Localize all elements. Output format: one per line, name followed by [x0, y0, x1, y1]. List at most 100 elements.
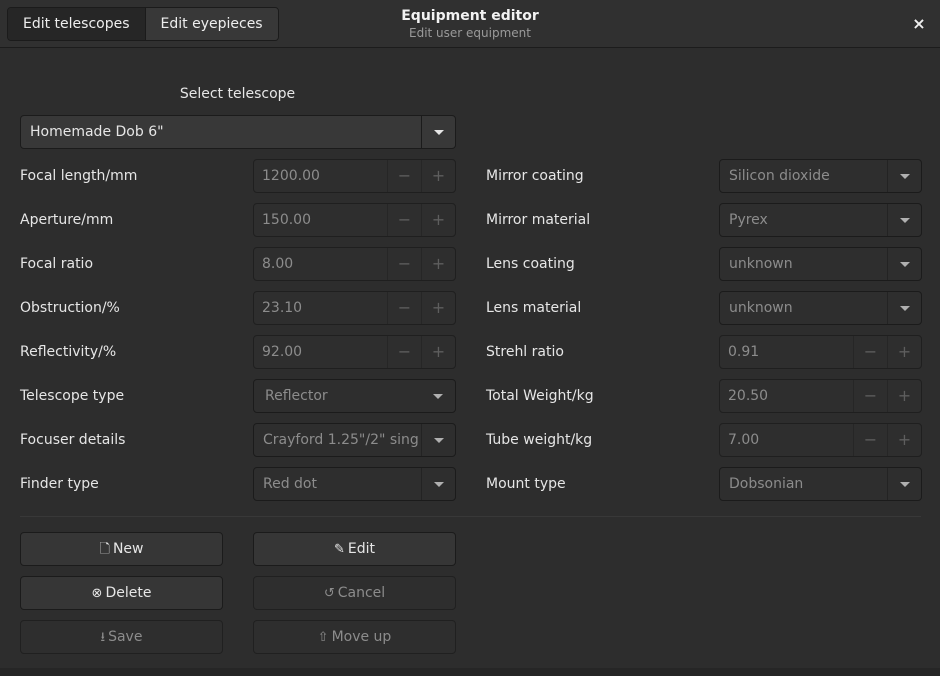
chevron-down-icon: [900, 174, 910, 179]
window-title: Equipment editor: [401, 8, 539, 24]
mount-type-select[interactable]: Dobsonian: [719, 467, 922, 501]
mirror-material-select[interactable]: Pyrex: [719, 203, 922, 237]
tube-weight-label: Tube weight/kg: [486, 432, 593, 448]
decrement-button[interactable]: −: [387, 292, 421, 324]
aperture-spinner: 150.00 − +: [253, 203, 456, 237]
increment-button[interactable]: +: [421, 292, 455, 324]
telescope-select-toggle[interactable]: [421, 116, 455, 148]
lens-coating-value: unknown: [729, 256, 793, 272]
edit-button-label: Edit: [347, 541, 376, 557]
telescope-type-toggle[interactable]: [421, 380, 455, 412]
telescope-type-select[interactable]: Reflector: [253, 379, 456, 413]
increment-button[interactable]: +: [887, 380, 921, 412]
new-button[interactable]: 🗋 New: [20, 532, 223, 566]
focal-ratio-label: Focal ratio: [20, 256, 94, 272]
chevron-down-icon: [900, 306, 910, 311]
decrement-button[interactable]: −: [853, 424, 887, 456]
mirror-coating-value: Silicon dioxide: [729, 168, 830, 184]
total-weight-label: Total Weight/kg: [486, 388, 594, 404]
increment-button[interactable]: +: [421, 160, 455, 192]
move-up-button-label: Move up: [331, 629, 392, 645]
window-bottom-edge: [0, 668, 940, 676]
reflectivity-spinner: 92.00 − +: [253, 335, 456, 369]
delete-circle-icon: ⊗: [91, 586, 103, 601]
obstruction-value: 23.10: [262, 300, 303, 316]
decrement-button[interactable]: −: [387, 160, 421, 192]
revert-document-icon: ↺: [323, 586, 335, 601]
increment-button[interactable]: +: [421, 248, 455, 280]
lens-material-value: unknown: [729, 300, 793, 316]
lens-coating-label: Lens coating: [486, 256, 575, 272]
finder-type-value: Red dot: [263, 476, 317, 492]
total-weight-spinner: 20.50 − +: [719, 379, 922, 413]
increment-button[interactable]: +: [887, 424, 921, 456]
arrow-up-icon: ⇧: [317, 630, 329, 645]
aperture-label: Aperture/mm: [20, 212, 114, 228]
select-telescope-label: Select telescope: [179, 86, 296, 102]
increment-button[interactable]: +: [887, 336, 921, 368]
mount-type-value: Dobsonian: [729, 476, 804, 492]
mirror-material-value: Pyrex: [729, 212, 768, 228]
chevron-down-icon: [900, 482, 910, 487]
new-button-label: New: [112, 541, 144, 557]
delete-button[interactable]: ⊗ Delete: [20, 576, 223, 610]
pencil-icon: ✎: [333, 542, 345, 557]
finder-type-label: Finder type: [20, 476, 99, 492]
telescope-select-value: Homemade Dob 6": [30, 124, 164, 140]
increment-button[interactable]: +: [421, 336, 455, 368]
new-document-icon: 🗋: [99, 542, 110, 557]
obstruction-label: Obstruction/%: [20, 300, 120, 316]
chevron-down-icon: [433, 394, 443, 399]
edit-button[interactable]: ✎ Edit: [253, 532, 456, 566]
mirror-coating-toggle[interactable]: [887, 160, 921, 192]
increment-button[interactable]: +: [421, 204, 455, 236]
strehl-ratio-spinner: 0.91 − +: [719, 335, 922, 369]
strehl-ratio-value: 0.91: [728, 344, 760, 360]
telescope-type-label: Telescope type: [20, 388, 125, 404]
save-button-label: Save: [108, 629, 143, 645]
total-weight-value: 20.50: [728, 388, 769, 404]
chevron-down-icon: [900, 218, 910, 223]
strehl-ratio-label: Strehl ratio: [486, 344, 564, 360]
lens-material-select[interactable]: unknown: [719, 291, 922, 325]
download-icon: ⭳: [100, 630, 106, 645]
header-bar: Edit telescopes Edit eyepieces Equipment…: [0, 0, 940, 48]
window-subtitle: Edit user equipment: [409, 26, 531, 40]
tube-weight-value: 7.00: [728, 432, 760, 448]
mirror-material-toggle[interactable]: [887, 204, 921, 236]
decrement-button[interactable]: −: [387, 248, 421, 280]
focal-ratio-spinner: 8.00 − +: [253, 247, 456, 281]
focuser-details-toggle[interactable]: [421, 424, 455, 456]
telescope-select[interactable]: Homemade Dob 6": [20, 115, 456, 149]
decrement-button[interactable]: −: [853, 336, 887, 368]
chevron-down-icon: [434, 482, 444, 487]
chevron-down-icon: [900, 262, 910, 267]
decrement-button[interactable]: −: [387, 336, 421, 368]
decrement-button[interactable]: −: [853, 380, 887, 412]
lens-coating-select[interactable]: unknown: [719, 247, 922, 281]
lens-material-label: Lens material: [486, 300, 582, 316]
focuser-details-select[interactable]: Crayford 1.25"/2" singl: [253, 423, 456, 457]
reflectivity-label: Reflectivity/%: [20, 344, 117, 360]
focuser-details-label: Focuser details: [20, 432, 126, 448]
lens-material-toggle[interactable]: [887, 292, 921, 324]
cancel-button[interactable]: ↺ Cancel: [253, 576, 456, 610]
save-button[interactable]: ⭳ Save: [20, 620, 223, 654]
move-up-button[interactable]: ⇧ Move up: [253, 620, 456, 654]
close-icon[interactable]: ×: [908, 14, 930, 34]
mirror-coating-select[interactable]: Silicon dioxide: [719, 159, 922, 193]
window-title-block: Equipment editor Edit user equipment: [0, 7, 940, 41]
finder-type-select[interactable]: Red dot: [253, 467, 456, 501]
decrement-button[interactable]: −: [387, 204, 421, 236]
finder-type-toggle[interactable]: [421, 468, 455, 500]
chevron-down-icon: [434, 130, 444, 135]
mount-type-label: Mount type: [486, 476, 566, 492]
focal-length-value: 1200.00: [262, 168, 320, 184]
aperture-value: 150.00: [262, 212, 311, 228]
mount-type-toggle[interactable]: [887, 468, 921, 500]
lens-coating-toggle[interactable]: [887, 248, 921, 280]
mirror-material-label: Mirror material: [486, 212, 591, 228]
focuser-details-value: Crayford 1.25"/2" singl: [263, 432, 418, 448]
obstruction-spinner: 23.10 − +: [253, 291, 456, 325]
telescope-type-value: Reflector: [265, 388, 328, 404]
